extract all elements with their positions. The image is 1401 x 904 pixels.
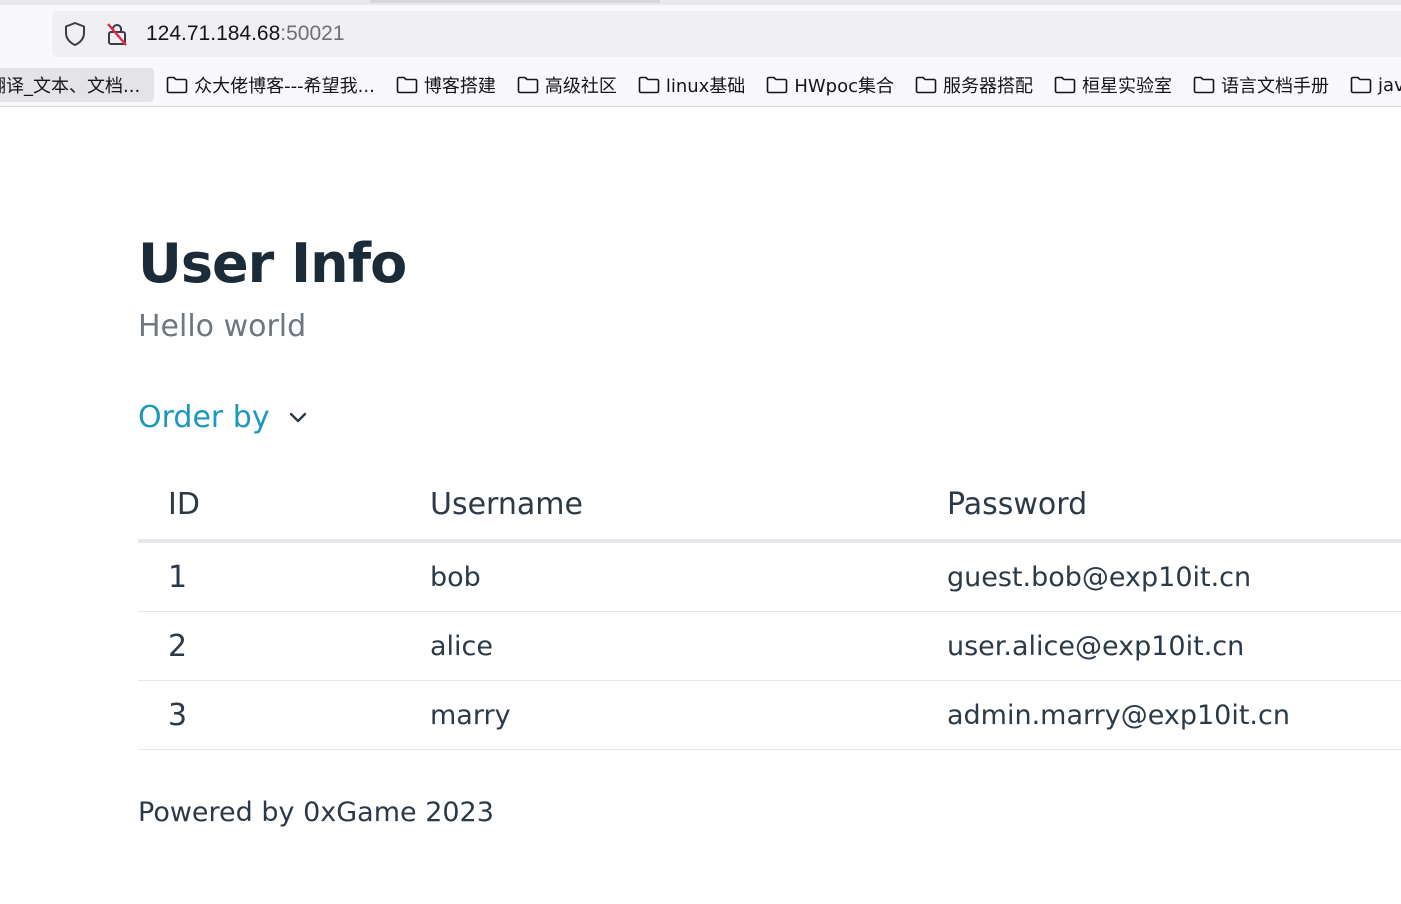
order-by-dropdown[interactable]: Order by (138, 396, 308, 440)
tracking-protection-shield-icon[interactable] (60, 19, 90, 49)
url-host: 124.71.184.68 (146, 22, 281, 45)
folder-icon (1193, 76, 1215, 94)
table-row: 2 alice user.alice@exp10it.cn (138, 611, 1401, 681)
cell-username: bob (430, 541, 947, 612)
folder-icon (1350, 76, 1372, 94)
bookmark-item-translate[interactable]: 翻译_文本、文档... (0, 68, 155, 102)
cell-password: admin.marry@exp10it.cn (947, 680, 1401, 750)
bookmark-folder-blogs[interactable]: 众大佬博客---希望我... (154, 68, 384, 102)
footer-text: Powered by 0xGame 2023 (138, 797, 494, 828)
tab-indicator (370, 0, 660, 3)
column-header-password: Password (947, 469, 1401, 543)
cell-id: 3 (138, 680, 430, 750)
cell-id: 2 (138, 611, 430, 681)
bookmark-label: 语言文档手册 (1220, 76, 1329, 97)
bookmark-label: 高级社区 (544, 76, 617, 97)
folder-icon (1054, 76, 1076, 94)
cell-id: 1 (138, 541, 430, 612)
folder-icon (396, 76, 418, 94)
bookmark-label: 服务器搭配 (942, 76, 1033, 97)
page-title: User Info (138, 232, 407, 295)
cell-username: alice (430, 611, 947, 681)
bookmarks-toolbar: 翻译_文本、文档... 众大佬博客---希望我... 博客搭建 高级社区 lin… (0, 64, 1401, 106)
bookmark-folder-docs[interactable]: 语言文档手册 (1181, 68, 1338, 102)
bookmark-label: linux基础 (665, 76, 746, 97)
cell-password: guest.bob@exp10it.cn (947, 541, 1401, 612)
bookmark-folder-hwpoc[interactable]: HWpoc集合 (754, 68, 903, 102)
bookmark-label: 博客搭建 (423, 76, 496, 97)
address-bar[interactable]: 124.71.184.68:50021 (52, 11, 1401, 57)
cell-password: user.alice@exp10it.cn (947, 611, 1401, 681)
tab-strip (0, 0, 1401, 5)
table-header-row: ID Username Password (138, 469, 1401, 543)
bookmark-folder-java[interactable]: jav (1338, 68, 1401, 102)
table-row: 1 bob guest.bob@exp10it.cn (138, 541, 1401, 612)
table-row: 3 marry admin.marry@exp10it.cn (138, 680, 1401, 750)
chrome-divider (0, 106, 1401, 107)
bookmark-folder-community[interactable]: 高级社区 (505, 68, 626, 102)
insecure-lock-icon[interactable] (102, 19, 132, 49)
chevron-down-icon (288, 411, 308, 425)
bookmark-label: 众大佬博客---希望我... (194, 76, 375, 97)
folder-icon (766, 76, 788, 94)
column-header-username: Username (430, 469, 947, 543)
folder-icon (638, 76, 660, 94)
browser-chrome: 124.71.184.68:50021 翻译_文本、文档... 众大佬博客---… (0, 0, 1401, 107)
bookmark-folder-lab[interactable]: 桓星实验室 (1042, 68, 1181, 102)
bookmark-label: HWpoc集合 (794, 76, 894, 97)
folder-icon (915, 76, 937, 94)
bookmark-folder-linux[interactable]: linux基础 (626, 68, 754, 102)
bookmark-label: 翻译_文本、文档... (0, 76, 141, 97)
bookmark-label: 桓星实验室 (1081, 76, 1172, 97)
cell-username: marry (430, 680, 947, 750)
bookmark-folder-blog-setup[interactable]: 博客搭建 (384, 68, 505, 102)
user-table: ID Username Password 1 bob guest.bob@exp… (138, 469, 1401, 750)
bookmark-folder-server[interactable]: 服务器搭配 (903, 68, 1042, 102)
folder-icon (166, 76, 188, 94)
url-text[interactable]: 124.71.184.68:50021 (146, 22, 345, 46)
url-port: :50021 (280, 22, 345, 45)
bookmark-label: jav (1377, 74, 1401, 96)
folder-icon (517, 76, 539, 94)
page-subtitle: Hello world (138, 309, 307, 344)
order-by-label: Order by (138, 400, 270, 435)
column-header-id: ID (138, 469, 430, 543)
